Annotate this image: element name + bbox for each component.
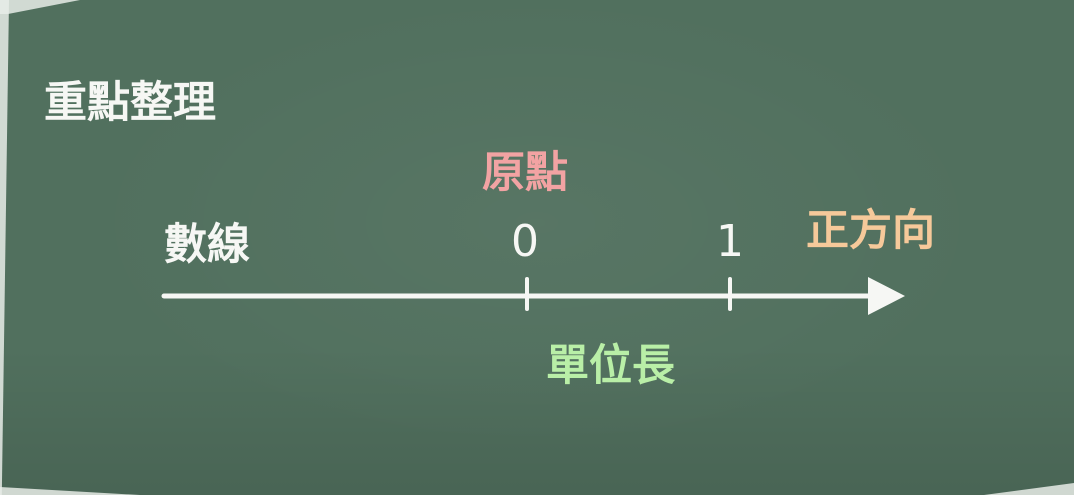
number-line-diagram: [161, 277, 905, 315]
arrow-head-icon: [868, 277, 905, 315]
chalkboard: 重點整理 數線 原點 正方向 單位長 0 1: [0, 0, 1074, 495]
